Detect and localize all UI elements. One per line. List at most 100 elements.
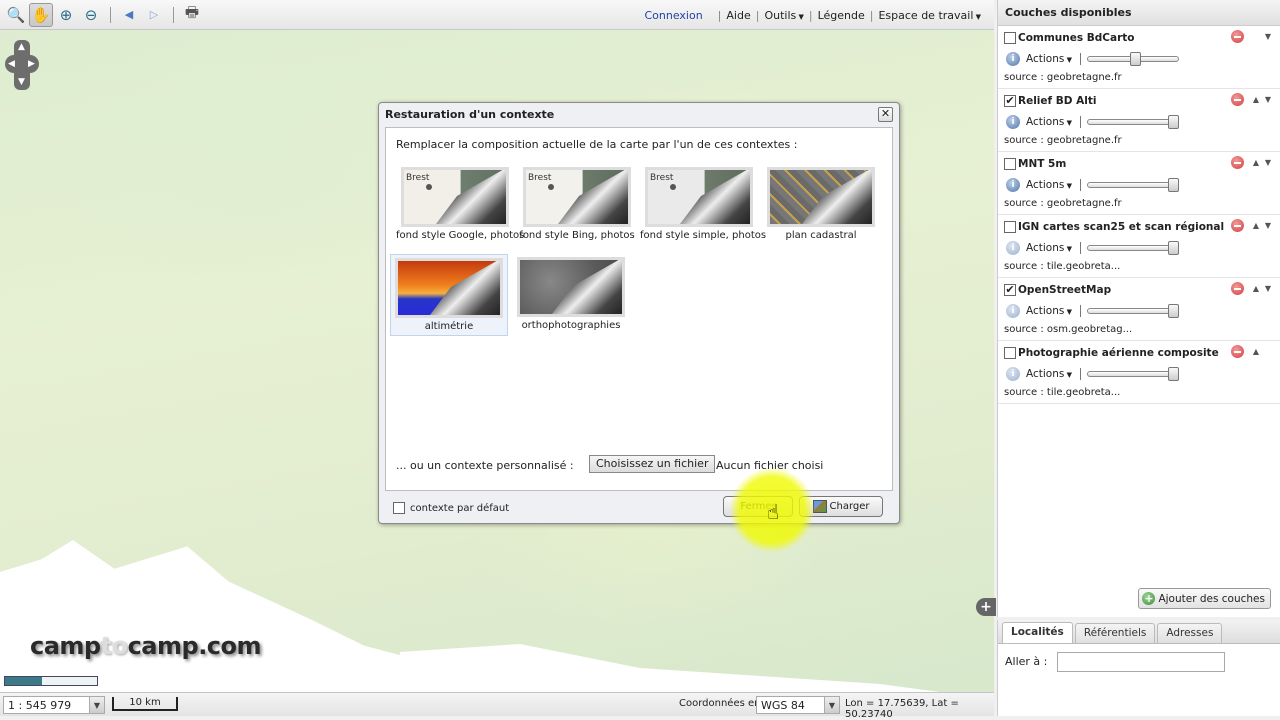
- layer-source: source : geobretagne.fr: [1004, 198, 1122, 209]
- pan-up-icon[interactable]: ▲: [18, 43, 25, 52]
- slider-thumb[interactable]: [1129, 52, 1141, 66]
- help-link[interactable]: Aide: [721, 9, 755, 22]
- move-up-icon[interactable]: ▲: [1250, 221, 1262, 230]
- move-down-icon[interactable]: ▼: [1262, 32, 1274, 41]
- opacity-slider[interactable]: [1086, 304, 1180, 318]
- history-forward-button[interactable]: ▷: [142, 3, 166, 27]
- tools-menu[interactable]: Outils ▼: [759, 9, 808, 22]
- remove-layer-icon[interactable]: [1231, 219, 1244, 232]
- tab-adresses[interactable]: Adresses: [1157, 623, 1223, 643]
- layer-actions-menu[interactable]: Actions ▼: [1026, 305, 1072, 317]
- caret-down-icon: ▼: [1064, 371, 1072, 379]
- opacity-slider[interactable]: [1086, 367, 1180, 381]
- context-simple[interactable]: Brest fond style simple, photos: [640, 164, 766, 246]
- login-link[interactable]: Connexion: [639, 9, 707, 22]
- layer-source: source : osm.geobretag...: [1004, 324, 1133, 335]
- context-bing[interactable]: Brest fond style Bing, photos: [518, 164, 636, 246]
- goto-input[interactable]: [1057, 652, 1225, 672]
- expand-panel-button[interactable]: +: [976, 598, 996, 616]
- tab-referentiels[interactable]: Référentiels: [1074, 623, 1156, 643]
- srs-select[interactable]: WGS 84 ▼: [756, 696, 840, 714]
- remove-layer-icon[interactable]: [1231, 345, 1244, 358]
- dialog-close-button[interactable]: ✕: [878, 107, 893, 122]
- layer-visibility-checkbox[interactable]: ✔: [1004, 284, 1016, 296]
- slider-thumb[interactable]: [1168, 115, 1180, 129]
- checkbox-icon: [393, 502, 405, 514]
- move-up-icon[interactable]: ▲: [1250, 347, 1262, 356]
- zoom-max-extent-button[interactable]: 🔍: [4, 3, 28, 27]
- scale-select[interactable]: 1 : 545 979 ▼: [3, 696, 105, 714]
- slider-thumb[interactable]: [1168, 241, 1180, 255]
- opacity-slider[interactable]: [1086, 115, 1180, 129]
- context-ortho[interactable]: orthophotographies: [512, 254, 630, 336]
- opacity-slider[interactable]: [1086, 52, 1179, 66]
- load-button[interactable]: Charger: [799, 496, 883, 517]
- info-icon[interactable]: i: [1006, 241, 1020, 255]
- legend-link[interactable]: Légende: [813, 9, 870, 22]
- context-altimetrie[interactable]: Larv altimétrie: [390, 254, 508, 336]
- tab-localites[interactable]: Localités: [1002, 622, 1073, 643]
- workspace-menu[interactable]: Espace de travail ▼: [873, 9, 986, 22]
- layer-actions-menu[interactable]: Actions ▼: [1026, 368, 1072, 380]
- layer-visibility-checkbox[interactable]: [1004, 32, 1016, 44]
- remove-layer-icon[interactable]: [1231, 93, 1244, 106]
- info-icon[interactable]: i: [1006, 115, 1020, 129]
- context-google[interactable]: Brest fond style Google, photos: [396, 164, 524, 246]
- move-up-icon[interactable]: ▲: [1250, 95, 1262, 104]
- slider-thumb[interactable]: [1168, 304, 1180, 318]
- slider-thumb[interactable]: [1168, 367, 1180, 381]
- layer-actions-menu[interactable]: Actions ▼: [1026, 242, 1072, 254]
- move-down-icon[interactable]: ▼: [1262, 95, 1274, 104]
- print-button[interactable]: 🖶: [180, 3, 204, 27]
- caret-down-icon: ▼: [796, 12, 804, 21]
- layer-item: Photographie aérienne composite ▲ ▼ i Ac…: [998, 341, 1280, 404]
- layer-actions-menu[interactable]: Actions ▼: [1026, 53, 1072, 65]
- caret-down-icon: ▼: [973, 12, 981, 21]
- arrow-right-icon: ▷: [149, 8, 159, 21]
- loading-progress-fill: [5, 677, 42, 685]
- close-button[interactable]: Fermer: [723, 496, 793, 517]
- move-up-icon[interactable]: ▲: [1250, 284, 1262, 293]
- layer-item: ✔ OpenStreetMap ▲ ▼ i Actions ▼ source :…: [998, 278, 1280, 341]
- pan-tool-button[interactable]: ✋: [29, 2, 53, 27]
- zoom-out-button[interactable]: ⊖: [79, 3, 103, 27]
- info-icon[interactable]: i: [1006, 178, 1020, 192]
- history-back-button[interactable]: ◀: [117, 3, 141, 27]
- layer-visibility-checkbox[interactable]: ✔: [1004, 95, 1016, 107]
- opacity-slider[interactable]: [1086, 178, 1180, 192]
- move-down-icon[interactable]: ▼: [1262, 284, 1274, 293]
- move-down-icon[interactable]: ▼: [1262, 221, 1274, 230]
- pan-right-icon[interactable]: ▶: [28, 60, 35, 69]
- layer-visibility-checkbox[interactable]: [1004, 158, 1016, 170]
- printer-icon: 🖶: [184, 3, 200, 21]
- opacity-slider[interactable]: [1086, 241, 1180, 255]
- add-layers-button[interactable]: + Ajouter des couches: [1138, 588, 1271, 609]
- coordinates-label: Coordonnées en: [679, 698, 761, 709]
- layer-actions-menu[interactable]: Actions ▼: [1026, 116, 1072, 128]
- info-icon[interactable]: i: [1006, 367, 1020, 381]
- context-cadastre[interactable]: plan cadastral: [762, 164, 880, 246]
- remove-layer-icon[interactable]: [1231, 30, 1244, 43]
- layers-panel: Couches disponibles Communes BdCarto ▲ ▼…: [997, 0, 1280, 617]
- move-down-icon[interactable]: ▼: [1262, 158, 1274, 167]
- zoom-in-button[interactable]: ⊕: [54, 3, 78, 27]
- layer-actions-menu[interactable]: Actions ▼: [1026, 179, 1072, 191]
- layer-name: MNT 5m: [1018, 158, 1067, 170]
- toolbar-separator: [173, 6, 174, 23]
- remove-layer-icon[interactable]: [1231, 282, 1244, 295]
- pan-left-icon[interactable]: ◀: [8, 60, 15, 69]
- layer-visibility-checkbox[interactable]: [1004, 221, 1016, 233]
- move-up-icon[interactable]: ▲: [1250, 158, 1262, 167]
- context-thumbnail: Brest: [523, 167, 631, 227]
- zoom-out-icon: ⊖: [84, 5, 98, 24]
- pan-down-icon[interactable]: ▼: [18, 78, 25, 87]
- remove-layer-icon[interactable]: [1231, 156, 1244, 169]
- choose-file-button[interactable]: Choisissez un fichier: [589, 455, 716, 473]
- slider-thumb[interactable]: [1168, 178, 1180, 192]
- file-status: Aucun fichier choisi: [716, 459, 824, 472]
- info-icon[interactable]: i: [1006, 52, 1020, 66]
- layer-visibility-checkbox[interactable]: [1004, 347, 1016, 359]
- default-context-checkbox[interactable]: contexte par défaut: [393, 502, 509, 514]
- arrow-left-icon: ◀: [124, 8, 134, 21]
- info-icon[interactable]: i: [1006, 304, 1020, 318]
